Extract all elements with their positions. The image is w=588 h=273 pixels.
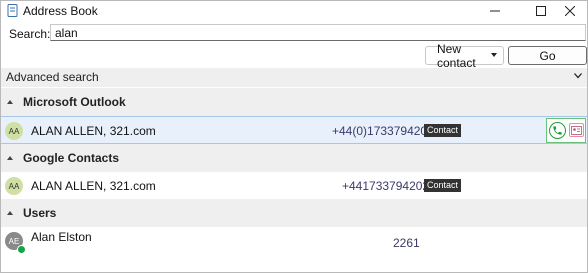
advanced-search-label: Advanced search [6,70,99,84]
go-button[interactable]: Go [508,46,587,65]
dropdown-arrow-icon [491,53,497,57]
contact-name: ALAN ALLEN, 321.com [31,124,156,138]
search-input[interactable] [50,24,586,41]
contact-row[interactable]: AE Alan Elston 2261 [1,227,587,255]
contact-extension[interactable]: 2261 [393,236,420,250]
address-book-window: Address Book Search: New contact Go Adva… [0,0,588,273]
maximize-icon [536,6,546,16]
title-bar: Address Book [1,1,587,21]
minimize-button[interactable] [479,1,511,21]
group-header-microsoft-outlook[interactable]: Microsoft Outlook [1,88,587,116]
window-title: Address Book [23,4,98,18]
contact-card-button[interactable] [569,123,584,137]
phone-icon [553,126,562,135]
avatar: AA [5,177,23,195]
call-button[interactable] [549,122,566,139]
presence-available-icon [17,245,26,254]
maximize-button[interactable] [525,1,557,21]
contact-card-icon [571,125,582,135]
contact-row[interactable]: AA ALAN ALLEN, 321.com +441733794202 Con… [1,172,587,200]
contact-name: Alan Elston [31,230,92,244]
contact-phone[interactable]: +441733794202 [342,179,429,193]
new-contact-button[interactable]: New contact [425,42,504,70]
close-icon [565,6,575,16]
collapse-triangle-icon [7,211,13,215]
go-button-label: Go [539,48,556,63]
contact-phone[interactable]: +44(0)1733794202 [332,124,434,138]
close-button[interactable] [554,1,586,21]
group-title: Users [23,206,57,220]
advanced-search-toggle[interactable]: Advanced search [1,68,587,87]
contact-row[interactable]: AA ALAN ALLEN, 321.com +44(0)1733794202 … [1,116,587,144]
group-header-users[interactable]: Users [1,199,587,227]
minimize-icon [490,10,500,12]
address-book-app-icon [7,4,18,17]
contact-name: ALAN ALLEN, 321.com [31,179,156,193]
collapse-triangle-icon [7,100,13,104]
row-actions [546,118,586,143]
contact-badge: Contact [424,124,462,137]
group-title: Google Contacts [23,151,120,165]
contact-badge: Contact [424,179,462,192]
collapse-triangle-icon [7,156,13,160]
group-header-google-contacts[interactable]: Google Contacts [1,144,587,172]
search-label: Search: [9,27,51,41]
chevron-down-icon [574,73,582,79]
group-title: Microsoft Outlook [23,95,126,109]
avatar: AA [5,122,23,140]
